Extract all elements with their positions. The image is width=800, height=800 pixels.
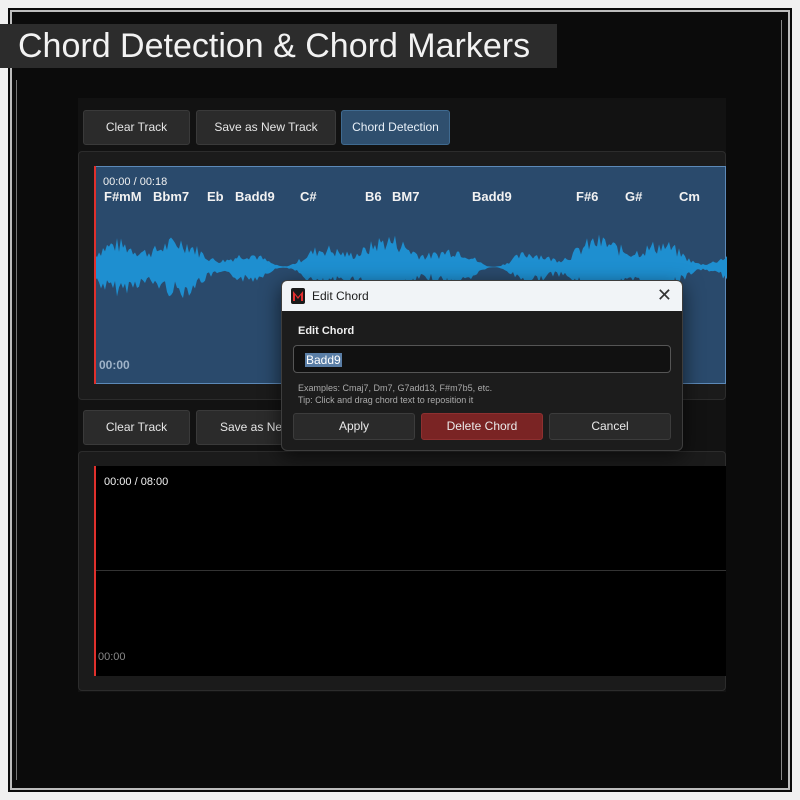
- frame-border: [10, 10, 790, 12]
- dialog-titlebar[interactable]: Edit Chord ✕: [282, 281, 682, 311]
- chord-name-value: Badd9: [305, 353, 342, 367]
- clear-track-button-2[interactable]: Clear Track: [83, 410, 190, 445]
- chord-marker[interactable]: F#mM: [104, 189, 142, 204]
- chord-marker[interactable]: Bbm7: [153, 189, 189, 204]
- frame-border: [792, 0, 800, 800]
- headline-banner: Chord Detection & Chord Markers: [0, 24, 557, 68]
- save-as-new-track-button[interactable]: Save as New Track: [196, 110, 336, 145]
- examples-text: Examples: Cmaj7, Dm7, G7add13, F#m7b5, e…: [298, 383, 493, 393]
- chord-marker[interactable]: Badd9: [235, 189, 275, 204]
- playhead-cursor-2[interactable]: [94, 466, 96, 676]
- frame-border: [10, 10, 12, 790]
- chord-marker[interactable]: C#: [300, 189, 317, 204]
- chord-marker[interactable]: F#6: [576, 189, 598, 204]
- edit-chord-dialog: Edit Chord ✕ Edit Chord Badd9 Examples: …: [281, 280, 683, 451]
- frame-border: [0, 792, 800, 800]
- dialog-title: Edit Chord: [312, 289, 369, 303]
- frame-border: [0, 0, 8, 800]
- track1-time-readout: 00:00 / 00:18: [103, 176, 168, 188]
- chord-marker[interactable]: Eb: [207, 189, 224, 204]
- chord-marker[interactable]: BM7: [392, 189, 419, 204]
- chord-detection-button[interactable]: Chord Detection: [341, 110, 450, 145]
- frame-border: [16, 80, 17, 780]
- chord-marker[interactable]: B6: [365, 189, 382, 204]
- clear-track-button[interactable]: Clear Track: [83, 110, 190, 145]
- center-line: [96, 570, 726, 571]
- chord-marker[interactable]: Badd9: [472, 189, 512, 204]
- chord-name-input[interactable]: Badd9: [293, 345, 671, 373]
- track1-start-time: 00:00: [99, 358, 130, 372]
- frame-border: [10, 788, 790, 790]
- chord-marker[interactable]: G#: [625, 189, 642, 204]
- frame-border: [0, 0, 800, 8]
- track2-time-readout: 00:00 / 08:00: [104, 476, 169, 488]
- playhead-cursor[interactable]: [94, 166, 96, 384]
- track2-waveform-area[interactable]: [94, 466, 726, 676]
- frame-border: [781, 20, 782, 780]
- delete-chord-button[interactable]: Delete Chord: [421, 413, 543, 440]
- dialog-heading: Edit Chord: [298, 325, 355, 337]
- apply-button[interactable]: Apply: [293, 413, 415, 440]
- close-icon[interactable]: ✕: [657, 285, 672, 305]
- tip-text: Tip: Click and drag chord text to reposi…: [298, 395, 474, 405]
- frame-border: [788, 10, 790, 790]
- chord-marker[interactable]: Cm: [679, 189, 700, 204]
- cancel-button[interactable]: Cancel: [549, 413, 671, 440]
- track2-start-time: 00:00: [98, 651, 126, 663]
- app-logo-icon: [291, 288, 305, 304]
